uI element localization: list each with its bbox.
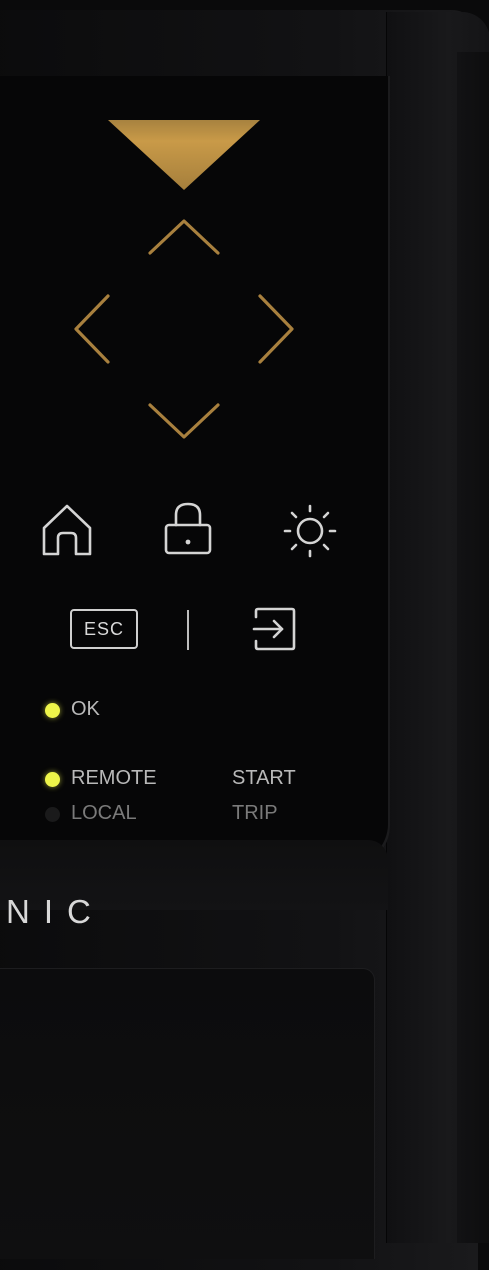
remote-label: REMOTE [71, 767, 157, 789]
lower-panel [0, 968, 375, 1259]
brand-text: NIC [6, 893, 105, 930]
home-icon[interactable] [38, 500, 96, 560]
esc-label: ESC [83, 618, 124, 639]
ok-label: OK [71, 698, 100, 720]
chevron-right-icon[interactable] [254, 292, 298, 366]
trip-label: TRIP [232, 802, 278, 824]
remote-led [45, 772, 60, 787]
side-rail [386, 12, 489, 1243]
enter-icon[interactable] [250, 605, 298, 653]
control-panel [0, 76, 390, 866]
triangle-down-icon[interactable] [106, 118, 262, 192]
local-label: LOCAL [71, 802, 137, 824]
chevron-up-icon[interactable] [146, 216, 222, 258]
ok-led [45, 703, 60, 718]
start-label: START [232, 767, 296, 789]
chevron-down-icon[interactable] [146, 400, 222, 442]
divider [187, 610, 189, 650]
esc-button[interactable]: ESC [70, 609, 138, 649]
brightness-icon[interactable] [282, 503, 338, 559]
chevron-left-icon[interactable] [70, 292, 114, 366]
local-led [45, 807, 60, 822]
lock-icon[interactable] [160, 498, 216, 560]
